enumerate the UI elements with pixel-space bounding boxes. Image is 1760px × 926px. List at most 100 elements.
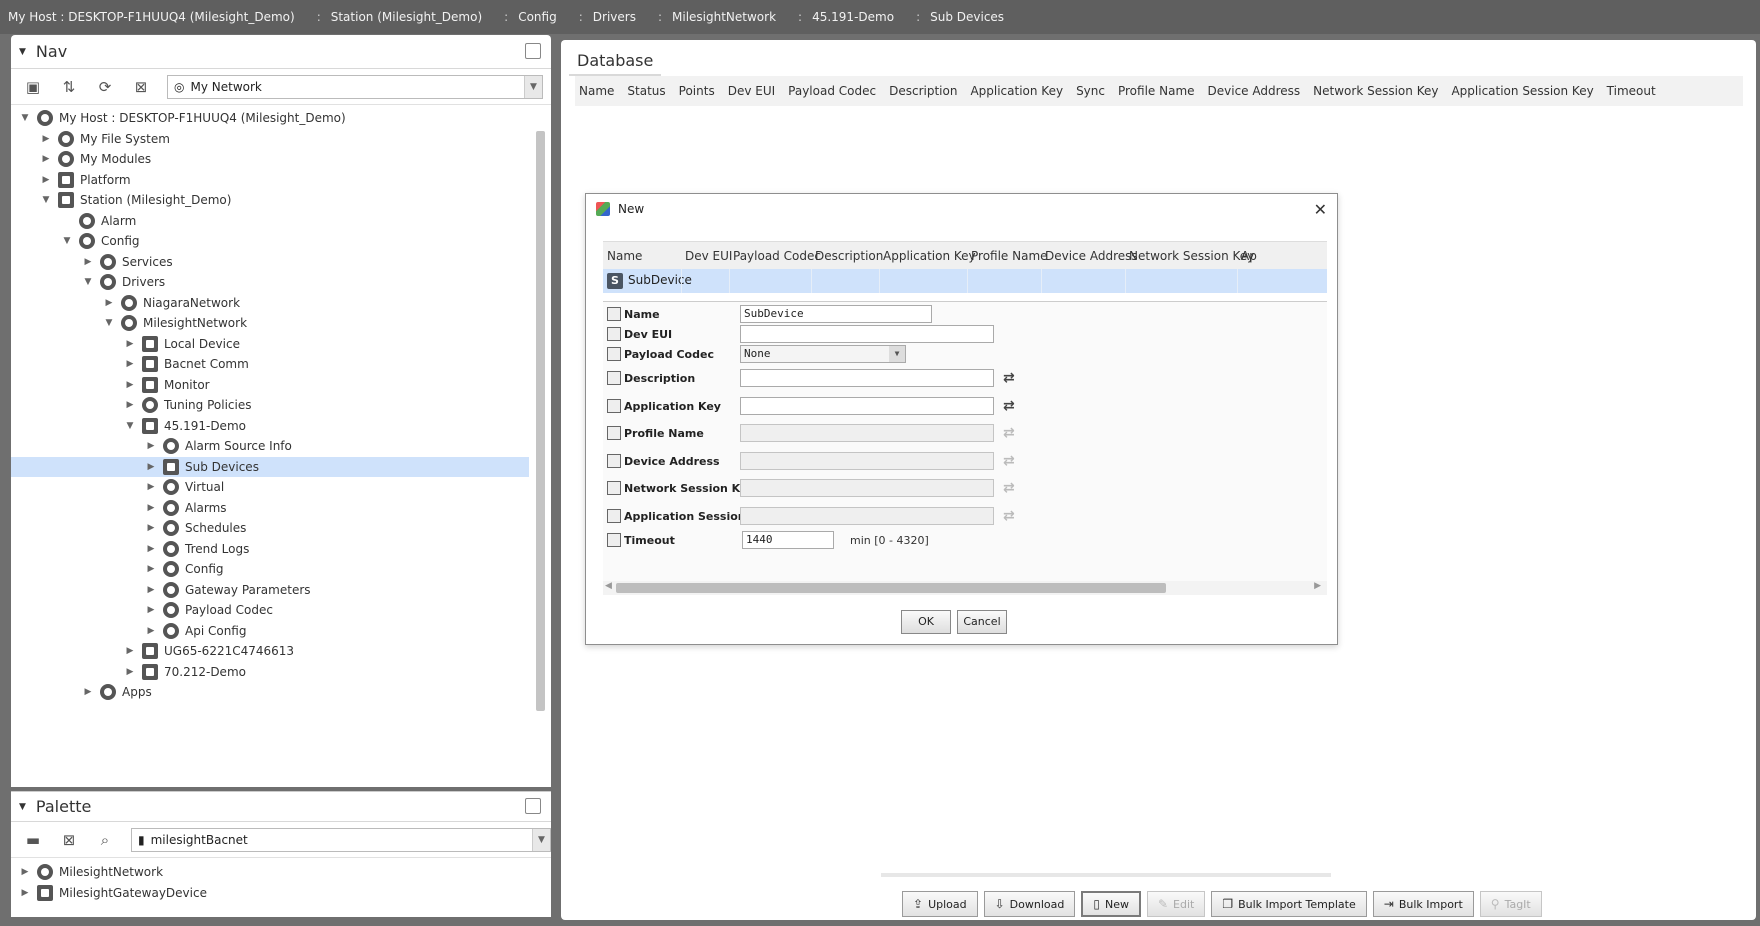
expanded-arrow-icon[interactable]: ▼ (40, 195, 52, 205)
chevron-down-icon[interactable]: ▼ (532, 828, 550, 851)
breadcrumb-item[interactable]: Station (Milesight_Demo) (331, 10, 482, 24)
tree-node[interactable]: ▶ Payload Codec (11, 600, 529, 620)
tree-node[interactable]: ▼ Station (Milesight_Demo) (11, 190, 529, 210)
collapsed-arrow-icon[interactable]: ▶ (82, 257, 94, 267)
cancel-button[interactable]: Cancel (957, 610, 1007, 634)
collapsed-arrow-icon[interactable]: ▶ (145, 441, 157, 451)
refresh-icon[interactable]: ⟳ (95, 77, 115, 97)
text-editor-icon[interactable]: ⇄ (1003, 398, 1015, 414)
column-header[interactable]: Network Session Key (1313, 84, 1438, 98)
close-palette-icon[interactable]: ⊠ (59, 830, 79, 850)
collapsed-arrow-icon[interactable]: ▶ (145, 523, 157, 533)
collapsed-arrow-icon[interactable]: ▶ (145, 544, 157, 554)
expanded-arrow-icon[interactable]: ▼ (124, 421, 136, 431)
breadcrumb-item[interactable]: MilesightNetwork (672, 10, 776, 24)
tree-node[interactable]: ▶ Apps (11, 682, 529, 702)
timeout-field[interactable]: 1440 (742, 531, 834, 549)
expanded-arrow-icon[interactable]: ▼ (61, 236, 73, 246)
tree-node[interactable]: ▶ Alarms (11, 498, 529, 518)
dialog-column-header[interactable]: Description (815, 249, 883, 263)
collapsed-arrow-icon[interactable]: ▶ (124, 667, 136, 677)
tree-node[interactable]: ▶ UG65-6221C4746613 (11, 641, 529, 661)
dialog-column-header[interactable]: Ap (1241, 249, 1257, 263)
expanded-arrow-icon[interactable]: ▼ (82, 277, 94, 287)
chevron-down-icon[interactable]: ▼ (889, 346, 905, 362)
scroll-right-icon[interactable]: ▶ (1314, 581, 1321, 591)
bulk-import-button[interactable]: ⇥ Bulk Import (1372, 891, 1474, 917)
table-scrollbar[interactable] (881, 873, 1331, 877)
name-field[interactable]: SubDevice (740, 305, 932, 323)
tree-node[interactable]: ▶ Config (11, 559, 529, 579)
collapsed-arrow-icon[interactable]: ▶ (124, 359, 136, 369)
dev-eui-field[interactable] (740, 325, 994, 343)
column-header[interactable]: Profile Name (1118, 84, 1195, 98)
column-header[interactable]: Timeout (1607, 84, 1656, 98)
close-tree-icon[interactable]: ⊠ (131, 77, 151, 97)
sync-arrows-icon[interactable]: ⇅ (59, 77, 79, 97)
breadcrumb-item[interactable]: My Host : DESKTOP-F1HUUQ4 (Milesight_Dem… (8, 10, 295, 24)
tree-node[interactable]: ▶ Trend Logs (11, 539, 529, 559)
download-button[interactable]: ⇩ Download (983, 891, 1076, 917)
tab-database[interactable]: Database (569, 44, 662, 76)
collapsed-arrow-icon[interactable]: ▶ (124, 380, 136, 390)
collapse-triangle-icon[interactable]: ▼ (19, 802, 26, 812)
nav-scrollbar[interactable] (535, 121, 546, 721)
tree-node[interactable]: ▼ My Host : DESKTOP-F1HUUQ4 (Milesight_De… (11, 108, 529, 128)
collapsed-arrow-icon[interactable]: ▶ (40, 175, 52, 185)
collapse-triangle-icon[interactable]: ▼ (19, 47, 26, 57)
chevron-down-icon[interactable]: ▼ (524, 75, 542, 98)
tree-node[interactable]: ▶ My File System (11, 129, 529, 149)
maximize-icon[interactable] (525, 798, 541, 814)
column-header[interactable]: Sync (1076, 84, 1105, 98)
tree-node[interactable]: ▼ MilesightNetwork (11, 313, 529, 333)
tree-node[interactable]: ▶ Platform (11, 170, 529, 190)
tree-node[interactable]: ▶ Virtual (11, 477, 529, 497)
column-header[interactable]: Description (889, 84, 957, 98)
dialog-column-header[interactable]: Application Key (883, 249, 976, 263)
collapsed-arrow-icon[interactable]: ▶ (145, 462, 157, 472)
collapsed-arrow-icon[interactable]: ▶ (145, 626, 157, 636)
tree-node[interactable]: ▼ Drivers (11, 272, 529, 292)
collapsed-arrow-icon[interactable]: ▶ (145, 482, 157, 492)
table-row[interactable]: S SubDevice (603, 269, 1327, 293)
column-header[interactable]: Application Key (970, 84, 1063, 98)
collapsed-arrow-icon[interactable]: ▶ (124, 646, 136, 656)
expanded-arrow-icon[interactable]: ▼ (19, 113, 31, 123)
open-folder-icon[interactable]: ▣ (23, 77, 43, 97)
collapsed-arrow-icon[interactable]: ▶ (145, 585, 157, 595)
palette-module-select[interactable]: ▮ milesightBacnet ▼ (131, 827, 551, 852)
scroll-left-icon[interactable]: ◀ (605, 581, 612, 591)
tree-node[interactable]: ▶ Api Config (11, 621, 529, 641)
collapsed-arrow-icon[interactable]: ▶ (124, 400, 136, 410)
collapsed-arrow-icon[interactable]: ▶ (82, 687, 94, 697)
maximize-icon[interactable] (525, 43, 541, 59)
collapsed-arrow-icon[interactable]: ▶ (145, 605, 157, 615)
column-header[interactable]: Device Address (1208, 84, 1301, 98)
dialog-column-header[interactable]: Network Session Key (1129, 249, 1254, 263)
bulk-import-template-button[interactable]: ❐ Bulk Import Template (1211, 891, 1367, 917)
expanded-arrow-icon[interactable]: ▼ (103, 318, 115, 328)
upload-button[interactable]: ⇪ Upload (902, 891, 978, 917)
dialog-scrollbar[interactable]: ◀ ▶ (603, 581, 1327, 595)
edit-button[interactable]: ✎ Edit (1146, 891, 1206, 917)
dialog-column-header[interactable]: Name (607, 249, 642, 263)
tree-node[interactable]: ▶ My Modules (11, 149, 529, 169)
find-icon[interactable]: ⌕ (95, 830, 115, 850)
tree-node[interactable]: ▶ Gateway Parameters (11, 580, 529, 600)
tree-node[interactable]: ▶ Schedules (11, 518, 529, 538)
collapsed-arrow-icon[interactable]: ▶ (124, 339, 136, 349)
collapsed-arrow-icon[interactable]: ▶ (40, 134, 52, 144)
nav-root-select[interactable]: ◎ My Network ▼ (167, 74, 543, 99)
new-button[interactable]: ▯ New (1081, 891, 1141, 917)
tree-node[interactable]: ▶ Services (11, 252, 529, 272)
breadcrumb-item[interactable]: Sub Devices (930, 10, 1004, 24)
dialog-column-header[interactable]: Device Address (1045, 249, 1138, 263)
application-key-field[interactable] (740, 397, 994, 415)
tree-node[interactable]: ▶ Bacnet Comm (11, 354, 529, 374)
column-header[interactable]: Name (579, 84, 614, 98)
tree-node[interactable]: ▼ 45.191-Demo (11, 416, 529, 436)
column-header[interactable]: Payload Codec (788, 84, 876, 98)
collapsed-arrow-icon[interactable]: ▶ (103, 298, 115, 308)
column-header[interactable]: Dev EUI (728, 84, 775, 98)
description-field[interactable] (740, 369, 994, 387)
